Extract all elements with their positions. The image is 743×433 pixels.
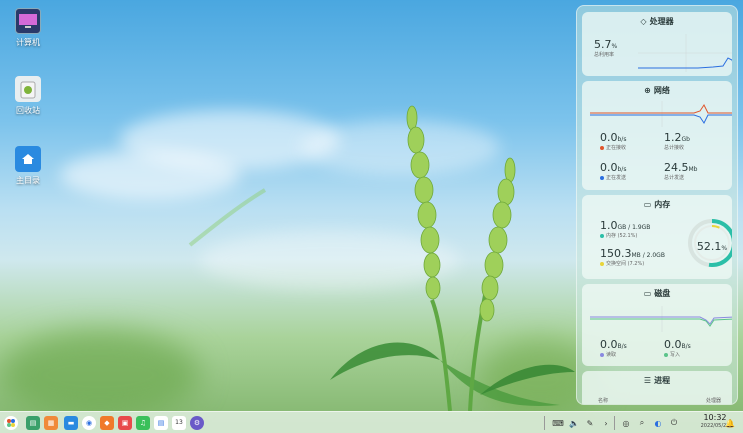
swap-label: 交换空间 (7.2%) [600,260,665,267]
disk-card[interactable]: ▭ 磁盘 0.0B/s 读取 0.0B/s 写入 [582,284,732,366]
globe-icon: ⊕ [644,85,651,95]
net-total-send-label: 总计发送 [664,175,685,181]
network-card-title: ⊕ 网络 [582,81,732,99]
memory-icon: ▭ [643,199,652,209]
disk-title: 磁盘 [654,288,671,298]
net-total-recv-label: 总计接收 [664,145,685,151]
cpu-card-title: ◇ 处理器 [582,12,732,30]
pen-icon[interactable]: ✎ [584,417,596,429]
volume-icon[interactable]: 🔈 [568,417,580,429]
desktop-icon-label: 主目录 [16,176,40,185]
net-total-send-value: 24.5Mb [664,161,698,174]
disk-write-label: 写入 [664,351,691,358]
cpu-label: 总利用率 [594,52,615,58]
document-icon[interactable]: ▤ [154,415,168,430]
multitask-view-icon[interactable]: ▤ [26,415,40,430]
power-icon[interactable]: ⏻ [668,417,680,429]
desktop-icon-trash[interactable]: 回收站 [0,76,56,116]
network-graph [590,101,732,127]
system-settings-icon[interactable]: ⚙ [190,415,204,430]
process-card[interactable]: ☰ 进程 名称 处理器 [582,371,732,404]
notification-bell-icon[interactable]: 🔔 [724,417,736,429]
disk-icon: ▭ [643,288,652,298]
cpu-icon: ◇ [640,16,647,26]
taskbar: ▤ ▦ ▬ ◉ ◆ ▣ ♫ ▤ 13 ⚙ ⌨ 🔈 ✎ › ◎ ⌕ ◐ ⏻ 10:… [0,411,743,433]
net-recv-label: 正在接收 [600,144,626,151]
system-monitor-panel: ◇ 处理器 5.7% 总利用率 ⊕ 网络 0.0b/s 正在接收 1.2Gb 总… [576,5,738,405]
net-recv-value: 0.0b/s [600,131,627,144]
chevron-right-icon[interactable]: › [600,417,612,429]
disk-card-title: ▭ 磁盘 [582,284,732,302]
disk-read-value: 0.0B/s [600,338,627,351]
network-tray-icon[interactable]: ◐ [652,417,664,429]
search-icon[interactable]: ⌕ [636,417,648,429]
network-card[interactable]: ⊕ 网络 0.0b/s 正在接收 1.2Gb 总计接收 0.0b/s 正在发送 … [582,81,732,190]
disk-read-label: 读取 [600,351,627,358]
keyboard-icon[interactable]: ⌨ [552,417,564,429]
memory-card-title: ▭ 内存 [582,195,732,213]
disk-write-value: 0.0B/s [664,338,691,351]
cpu-card[interactable]: ◇ 处理器 5.7% 总利用率 [582,12,732,76]
net-send-value: 0.0b/s [600,161,627,174]
app-store-icon[interactable]: ◆ [100,415,114,430]
taskbar-divider [614,416,615,430]
memory-card[interactable]: ▭ 内存 1.0GB / 1.9GB 内存 (52.1%) 150.3MB / … [582,195,732,279]
cpu-value: 5.7% [594,38,618,51]
net-send-label: 正在发送 [600,174,626,181]
cpu-title: 处理器 [649,16,674,26]
swap-value: 150.3MB / 2.0GB [600,247,665,260]
net-total-recv-value: 1.2Gb [664,131,690,144]
image-viewer-icon[interactable]: ▣ [118,415,132,430]
app-store-grid-icon[interactable]: ▦ [44,415,58,430]
desktop-icon-label: 回收站 [16,106,40,115]
trash-icon [15,76,41,102]
browser-icon[interactable]: ◉ [82,415,96,430]
process-title: 进程 [654,375,671,385]
network-title: 网络 [653,85,670,95]
home-folder-icon [15,146,41,172]
desktop-icon-label: 计算机 [16,38,40,47]
file-manager-icon[interactable]: ▬ [64,415,78,430]
list-icon: ☰ [643,375,652,385]
process-col-cpu[interactable]: 处理器 [706,397,721,404]
taskbar-divider [544,416,545,430]
assistant-icon[interactable]: ◎ [620,417,632,429]
process-card-title: ☰ 进程 [582,371,732,389]
mem-label: 内存 (52.1%) [600,232,650,239]
cpu-graph [638,34,732,72]
mem-value: 1.0GB / 1.9GB [600,219,651,232]
memory-ring-value: 52.1% [696,240,728,253]
memory-title: 内存 [654,199,671,209]
process-col-name[interactable]: 名称 [598,397,608,404]
computer-icon [15,8,41,34]
desktop-icon-computer[interactable]: 计算机 [0,8,56,48]
disk-graph [590,306,732,332]
calendar-icon[interactable]: 13 [172,415,186,430]
desktop-icon-home[interactable]: 主目录 [0,146,56,186]
music-icon[interactable]: ♫ [136,415,150,430]
launcher-icon[interactable] [4,415,18,430]
